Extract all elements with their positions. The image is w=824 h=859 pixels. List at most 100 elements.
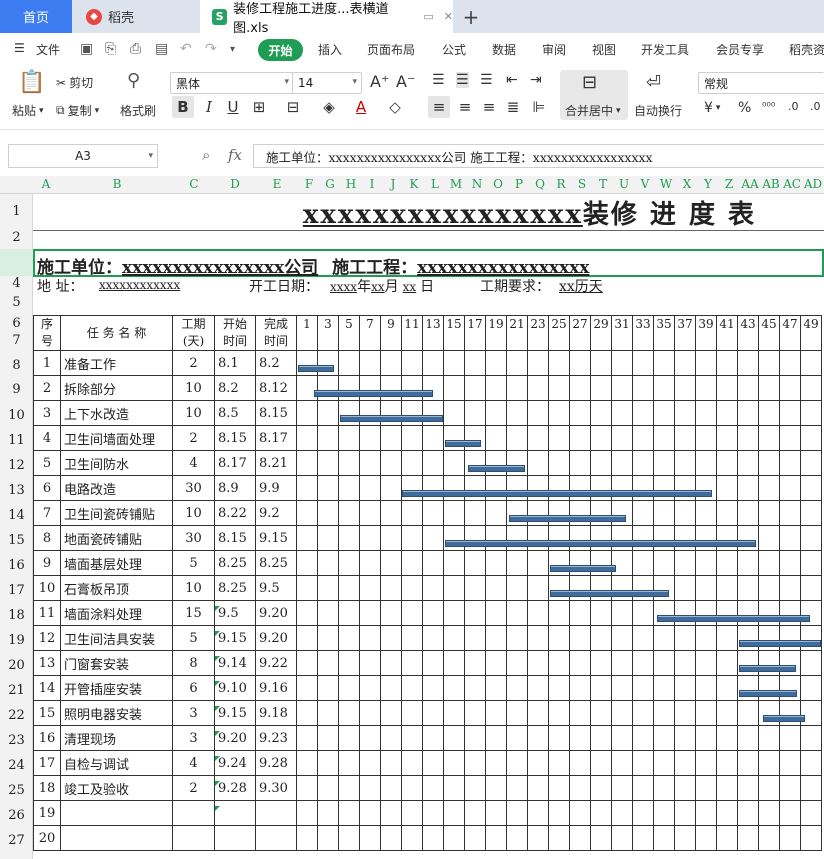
task-start[interactable] (214, 825, 256, 851)
task-name[interactable]: 地面瓷砖铺贴 (60, 525, 173, 551)
gantt-cell[interactable] (380, 775, 402, 801)
gantt-cell[interactable] (338, 575, 360, 601)
gantt-cell[interactable] (296, 725, 318, 751)
new-tab-button[interactable]: + (458, 0, 484, 33)
gantt-cell[interactable] (317, 800, 339, 826)
gantt-cell[interactable] (506, 425, 528, 451)
menu-page-layout[interactable]: 页面布局 (367, 41, 415, 58)
task-name[interactable]: 上下水改造 (60, 400, 173, 426)
gantt-cell[interactable] (527, 700, 549, 726)
gantt-cell[interactable] (380, 725, 402, 751)
gantt-cell[interactable] (632, 450, 654, 476)
task-name[interactable]: 卫生间防水 (60, 450, 173, 476)
gantt-cell[interactable] (380, 450, 402, 476)
row-header-18[interactable]: 18 (0, 608, 33, 623)
gantt-cell[interactable] (443, 375, 465, 401)
task-name[interactable]: 自检与调试 (60, 750, 173, 776)
gantt-cell[interactable] (590, 550, 612, 576)
gantt-cell[interactable] (569, 550, 591, 576)
gantt-cell[interactable] (569, 500, 591, 526)
gantt-cell[interactable] (380, 525, 402, 551)
gantt-cell[interactable] (674, 600, 696, 626)
menu-view[interactable]: 视图 (592, 41, 616, 58)
gantt-cell[interactable] (611, 475, 633, 501)
gantt-cell[interactable] (506, 550, 528, 576)
gantt-cell[interactable] (779, 425, 801, 451)
gantt-cell[interactable] (443, 450, 465, 476)
column-header-ad[interactable]: AD (804, 177, 822, 191)
task-name[interactable]: 墙面基层处理 (60, 550, 173, 576)
gantt-cell[interactable] (485, 500, 507, 526)
gantt-cell[interactable] (716, 425, 738, 451)
gantt-cell[interactable] (443, 625, 465, 651)
fill-color-icon[interactable]: ◈ (318, 96, 340, 118)
row-header-6[interactable]: 6 (0, 316, 33, 331)
row-header-23[interactable]: 23 (0, 733, 33, 748)
gantt-cell[interactable] (296, 600, 318, 626)
row-header-16[interactable]: 16 (0, 558, 33, 573)
row-header-11[interactable]: 11 (0, 433, 33, 448)
task-duration[interactable]: 10 (172, 500, 215, 526)
gantt-cell[interactable] (779, 475, 801, 501)
gantt-cell[interactable] (737, 650, 759, 676)
gantt-cell[interactable] (632, 525, 654, 551)
task-number[interactable]: 6 (33, 475, 61, 501)
quick-access-dropdown-icon[interactable]: ▾ (230, 44, 235, 55)
gantt-cell[interactable] (548, 775, 570, 801)
task-end[interactable]: 9.2 (255, 500, 297, 526)
gantt-bar[interactable] (739, 639, 821, 647)
gantt-cell[interactable] (359, 600, 381, 626)
gantt-cell[interactable] (737, 700, 759, 726)
task-number[interactable]: 7 (33, 500, 61, 526)
gantt-cell[interactable] (359, 350, 381, 376)
task-name[interactable]: 准备工作 (60, 350, 173, 376)
gantt-cell[interactable] (422, 700, 444, 726)
gantt-cell[interactable] (653, 400, 675, 426)
task-duration[interactable]: 5 (172, 625, 215, 651)
gantt-cell[interactable] (653, 650, 675, 676)
task-number[interactable]: 16 (33, 725, 61, 751)
task-number[interactable]: 17 (33, 750, 61, 776)
gantt-cell[interactable] (758, 425, 780, 451)
gantt-cell[interactable] (548, 825, 570, 851)
task-end[interactable]: 8.15 (255, 400, 297, 426)
column-header-c[interactable]: C (189, 177, 198, 191)
task-name[interactable]: 墙面涂料处理 (60, 600, 173, 626)
task-start[interactable] (214, 800, 256, 826)
gantt-cell[interactable] (674, 750, 696, 776)
gantt-cell[interactable] (800, 525, 822, 551)
gantt-cell[interactable] (359, 750, 381, 776)
gantt-cell[interactable] (653, 625, 675, 651)
gantt-cell[interactable] (548, 725, 570, 751)
gantt-cell[interactable] (359, 625, 381, 651)
task-end[interactable]: 9.23 (255, 725, 297, 751)
gantt-cell[interactable] (380, 550, 402, 576)
column-header-q[interactable]: Q (535, 177, 545, 191)
gantt-cell[interactable] (632, 425, 654, 451)
gantt-bar[interactable] (657, 614, 811, 622)
gantt-cell[interactable] (800, 375, 822, 401)
gantt-cell[interactable] (695, 525, 717, 551)
gantt-cell[interactable] (653, 450, 675, 476)
gantt-cell[interactable] (506, 375, 528, 401)
gantt-cell[interactable] (674, 450, 696, 476)
gantt-cell[interactable] (527, 575, 549, 601)
gantt-cell[interactable] (716, 625, 738, 651)
gantt-cell[interactable] (716, 525, 738, 551)
gantt-cell[interactable] (485, 800, 507, 826)
gantt-cell[interactable] (695, 800, 717, 826)
gantt-cell[interactable] (632, 725, 654, 751)
gantt-cell[interactable] (485, 475, 507, 501)
gantt-cell[interactable] (422, 375, 444, 401)
gantt-cell[interactable] (695, 475, 717, 501)
gantt-bar[interactable] (739, 664, 796, 672)
column-header-f[interactable]: F (305, 177, 313, 191)
formula-input[interactable]: 施工单位：xxxxxxxxxxxxxxxx公司 施工工程：xxxxxxxxxxx… (253, 144, 824, 168)
gantt-cell[interactable] (653, 375, 675, 401)
gantt-cell[interactable] (317, 825, 339, 851)
gantt-cell[interactable] (380, 750, 402, 776)
gantt-cell[interactable] (737, 775, 759, 801)
gantt-cell[interactable] (695, 350, 717, 376)
gantt-cell[interactable] (401, 825, 423, 851)
menu-start[interactable]: 开始 (258, 39, 303, 61)
